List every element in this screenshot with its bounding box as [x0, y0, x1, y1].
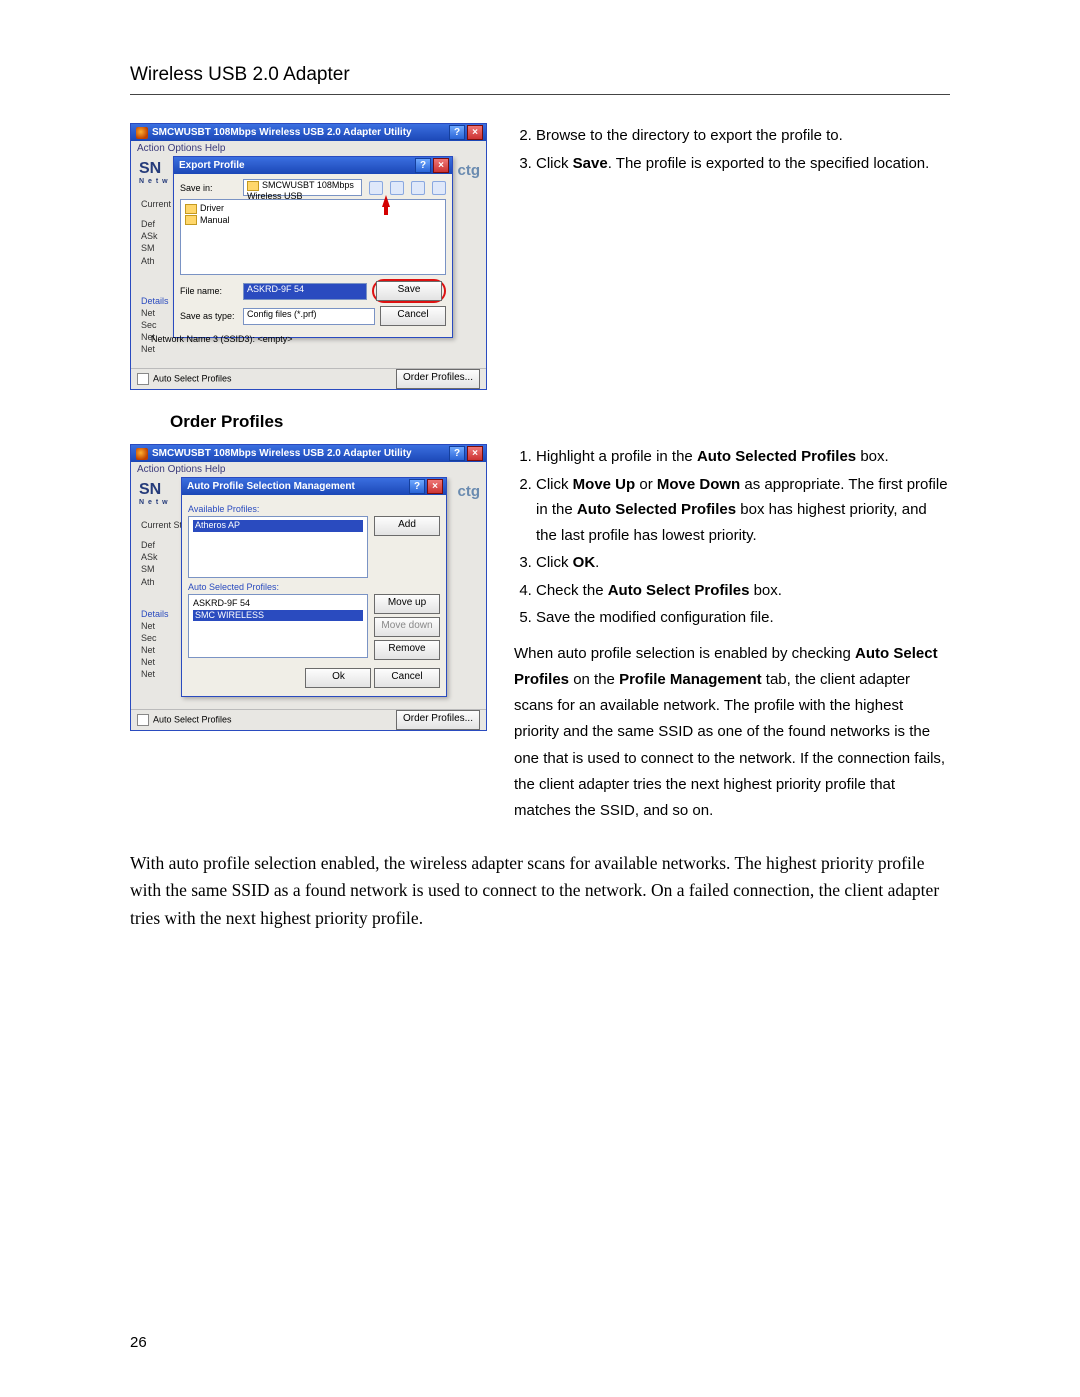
menubar[interactable]: Action Options Help [131, 141, 486, 156]
remove-button[interactable]: Remove [374, 640, 440, 660]
ok-button[interactable]: Ok [305, 668, 371, 688]
order-profiles-button[interactable]: Order Profiles... [396, 369, 480, 389]
close-icon[interactable]: × [433, 158, 449, 173]
newfolder-icon[interactable] [411, 181, 425, 195]
step: Click Save. The profile is exported to t… [536, 151, 950, 177]
selected-label: Auto Selected Profiles: [188, 582, 440, 592]
order-steps: Highlight a profile in the Auto Selected… [514, 444, 950, 631]
window-title: SMCWUSBT 108Mbps Wireless USB 2.0 Adapte… [152, 448, 447, 459]
close-icon[interactable]: × [427, 479, 443, 494]
ssid-row: Network Name 3 (SSID3): <empty> [151, 334, 293, 344]
moveup-button[interactable]: Move up [374, 594, 440, 614]
order-profiles-heading: Order Profiles [170, 412, 950, 432]
save-highlight: Save [372, 279, 446, 303]
help-icon[interactable]: ? [449, 125, 465, 140]
logo: SNN e t w [139, 160, 169, 185]
order-profiles-button[interactable]: Order Profiles... [396, 710, 480, 730]
savein-select[interactable]: SMCWUSBT 108Mbps Wireless USB [243, 179, 362, 196]
auto-profile-dialog: Auto Profile Selection Management ? × Av… [181, 477, 447, 697]
step: Check the Auto Select Profiles box. [536, 578, 950, 604]
close-icon[interactable]: × [467, 125, 483, 140]
step: Browse to the directory to export the pr… [536, 123, 950, 149]
movedown-button[interactable]: Move down [374, 617, 440, 637]
summary-paragraph: With auto profile selection enabled, the… [130, 850, 950, 931]
page-number: 26 [130, 1334, 147, 1351]
export-steps: Browse to the directory to export the pr… [514, 123, 950, 176]
filename-label: File name: [180, 286, 238, 296]
step: Save the modified configuration file. [536, 605, 950, 631]
savetype-label: Save as type: [180, 311, 238, 321]
ctg-logo: ctg [458, 483, 481, 500]
save-button[interactable]: Save [376, 281, 442, 301]
savetype-select[interactable]: Config files (*.prf) [243, 308, 375, 325]
app-icon [136, 448, 148, 460]
filename-input[interactable]: ASKRD-9F 54 [243, 283, 367, 300]
step: Click OK. [536, 550, 950, 576]
help-icon[interactable]: ? [415, 158, 431, 173]
window-title: SMCWUSBT 108Mbps Wireless USB 2.0 Adapte… [152, 127, 447, 138]
cancel-button[interactable]: Cancel [380, 306, 446, 326]
available-list[interactable]: Atheros AP [188, 516, 368, 578]
help-icon[interactable]: ? [409, 479, 425, 494]
explanatory-paragraph: When auto profile selection is enabled b… [514, 641, 950, 825]
step: Click Move Up or Move Down as appropriat… [536, 472, 950, 549]
up-icon[interactable] [390, 181, 404, 195]
add-button[interactable]: Add [374, 516, 440, 536]
menubar[interactable]: Action Options Help [131, 462, 486, 477]
logo: SNN e t w [139, 481, 169, 506]
ctg-logo: ctg [458, 162, 481, 179]
export-profile-dialog: Export Profile ? × Save in: SMCWUSBT 108… [173, 156, 453, 338]
annotation-arrow-icon [382, 195, 390, 207]
help-icon[interactable]: ? [449, 446, 465, 461]
folder-list[interactable]: Driver Manual [180, 199, 446, 275]
cancel-button[interactable]: Cancel [374, 668, 440, 688]
screenshot-export-profile: SMCWUSBT 108Mbps Wireless USB 2.0 Adapte… [130, 123, 487, 390]
app-icon [136, 127, 148, 139]
dialog-title: Export Profile [179, 160, 413, 171]
dialog-title: Auto Profile Selection Management [187, 481, 407, 492]
selected-list[interactable]: ASKRD-9F 54 SMC WIRELESS [188, 594, 368, 658]
savein-label: Save in: [180, 183, 238, 193]
views-icon[interactable] [432, 181, 446, 195]
page-header: Wireless USB 2.0 Adapter [130, 64, 950, 95]
autoselect-checkbox[interactable]: Auto Select Profiles [137, 373, 232, 385]
screenshot-auto-profile: SMCWUSBT 108Mbps Wireless USB 2.0 Adapte… [130, 444, 487, 731]
close-icon[interactable]: × [467, 446, 483, 461]
available-label: Available Profiles: [188, 504, 440, 514]
step: Highlight a profile in the Auto Selected… [536, 444, 950, 470]
autoselect-checkbox[interactable]: Auto Select Profiles [137, 714, 232, 726]
back-icon[interactable] [369, 181, 383, 195]
